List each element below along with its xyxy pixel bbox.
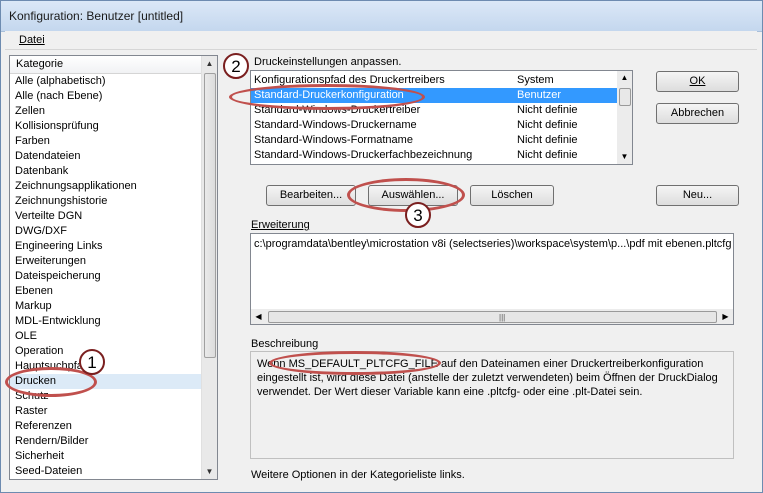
annotation-ring-3 — [347, 178, 465, 212]
category-item[interactable]: Rendern/Bilder — [10, 434, 203, 449]
category-item[interactable]: Raster — [10, 404, 203, 419]
menu-bar: Datei — [5, 31, 757, 50]
variable-level: System — [517, 74, 554, 86]
table-scrollbar[interactable]: ▲ ▼ — [617, 71, 632, 164]
footer-hint: Weitere Optionen in der Kategorieliste l… — [251, 469, 465, 481]
category-item[interactable]: Engineering Links — [10, 239, 203, 254]
scroll-down-icon[interactable]: ▼ — [617, 150, 632, 164]
category-items: Alle (alphabetisch) Alle (nach Ebene) Zell… — [10, 74, 203, 479]
scroll-up-icon[interactable]: ▲ — [617, 71, 632, 85]
variable-name: Standard-Windows-Druckerfachbezeichnung — [254, 149, 473, 161]
category-item[interactable]: Datenbank — [10, 164, 203, 179]
category-list[interactable]: Kategorie Alle (alphabetisch) Alle (nach … — [9, 55, 218, 480]
scroll-up-icon[interactable]: ▲ — [202, 56, 217, 71]
category-item[interactable]: Kollisionsprüfung — [10, 119, 203, 134]
category-item[interactable]: Zellen — [10, 104, 203, 119]
scroll-down-icon[interactable]: ▼ — [202, 464, 217, 479]
category-item[interactable]: Erweiterungen — [10, 254, 203, 269]
variable-level: Nicht definie — [517, 134, 578, 146]
scroll-left-icon[interactable]: ◀ — [251, 309, 266, 324]
annotation-ring-4 — [269, 351, 441, 375]
extension-scrollbar[interactable]: ◀ ||| ▶ — [251, 309, 733, 324]
edit-button[interactable]: Bearbeiten... — [266, 185, 356, 206]
category-item[interactable]: DWG/DXF — [10, 224, 203, 239]
scroll-thumb[interactable]: ||| — [268, 311, 717, 323]
variable-name: Standard-Windows-Druckername — [254, 119, 417, 131]
scroll-right-icon[interactable]: ▶ — [718, 309, 733, 324]
category-item[interactable]: Dateispeicherung — [10, 269, 203, 284]
category-item[interactable]: MDL-Entwicklung — [10, 314, 203, 329]
scroll-thumb[interactable] — [204, 73, 216, 358]
table-row[interactable]: Standard-Windows-Druckername Nicht defini… — [251, 118, 617, 133]
annotation-number-1: 1 — [79, 349, 105, 375]
cancel-button[interactable]: Abbrechen — [656, 103, 739, 124]
category-item[interactable]: Alle (nach Ebene) — [10, 89, 203, 104]
ok-button[interactable]: OK — [656, 71, 739, 92]
category-scrollbar[interactable]: ▲ ▼ — [201, 56, 217, 479]
configuration-window: Konfiguration: Benutzer [untitled] Datei… — [0, 0, 763, 493]
variable-name: Standard-Windows-Formatname — [254, 134, 413, 146]
category-item[interactable]: Ebenen — [10, 284, 203, 299]
category-item[interactable]: Referenzen — [10, 419, 203, 434]
category-item[interactable]: Datendateien — [10, 149, 203, 164]
table-row[interactable]: Standard-Windows-Druckerfachbezeichnung N… — [251, 148, 617, 163]
category-item[interactable]: Seed-Dateien — [10, 464, 203, 479]
menu-datei[interactable]: Datei — [19, 34, 45, 46]
category-item[interactable]: Verteilte DGN — [10, 209, 203, 224]
category-header[interactable]: Kategorie — [10, 56, 203, 74]
category-item[interactable]: Zeichnungsapplikationen — [10, 179, 203, 194]
annotation-number-2: 2 — [223, 53, 249, 79]
annotation-number-3: 3 — [405, 202, 431, 228]
table-row[interactable]: Standard-Windows-Formatname Nicht definie — [251, 133, 617, 148]
category-item[interactable]: OLE — [10, 329, 203, 344]
variable-level: Nicht definie — [517, 149, 578, 161]
variable-level: Benutzer — [517, 89, 562, 101]
category-item[interactable]: Sicherheit — [10, 449, 203, 464]
category-item[interactable]: Farben — [10, 134, 203, 149]
category-item[interactable]: Zeichnungshistorie — [10, 194, 203, 209]
title-bar: Konfiguration: Benutzer [untitled] — [1, 1, 762, 32]
variable-level: Nicht definie — [517, 119, 578, 131]
extension-label: Erweiterung — [251, 219, 310, 231]
description-label: Beschreibung — [251, 338, 319, 350]
category-item[interactable]: Operation — [10, 344, 203, 359]
category-item[interactable]: Markup — [10, 299, 203, 314]
extension-field[interactable]: c:\programdata\bentley\microstation v8i … — [250, 233, 734, 325]
annotation-ring-2 — [229, 84, 425, 110]
scroll-thumb[interactable] — [619, 88, 631, 106]
window-title: Konfiguration: Benutzer [untitled] — [9, 9, 184, 23]
extension-value: c:\programdata\bentley\microstation v8i … — [254, 238, 732, 250]
category-item[interactable]: Alle (alphabetisch) — [10, 74, 203, 89]
new-button[interactable]: Neu... — [656, 185, 739, 206]
settings-heading: Druckeinstellungen anpassen. — [254, 56, 402, 68]
delete-button[interactable]: Löschen — [470, 185, 554, 206]
variable-level: Nicht definie — [517, 104, 578, 116]
